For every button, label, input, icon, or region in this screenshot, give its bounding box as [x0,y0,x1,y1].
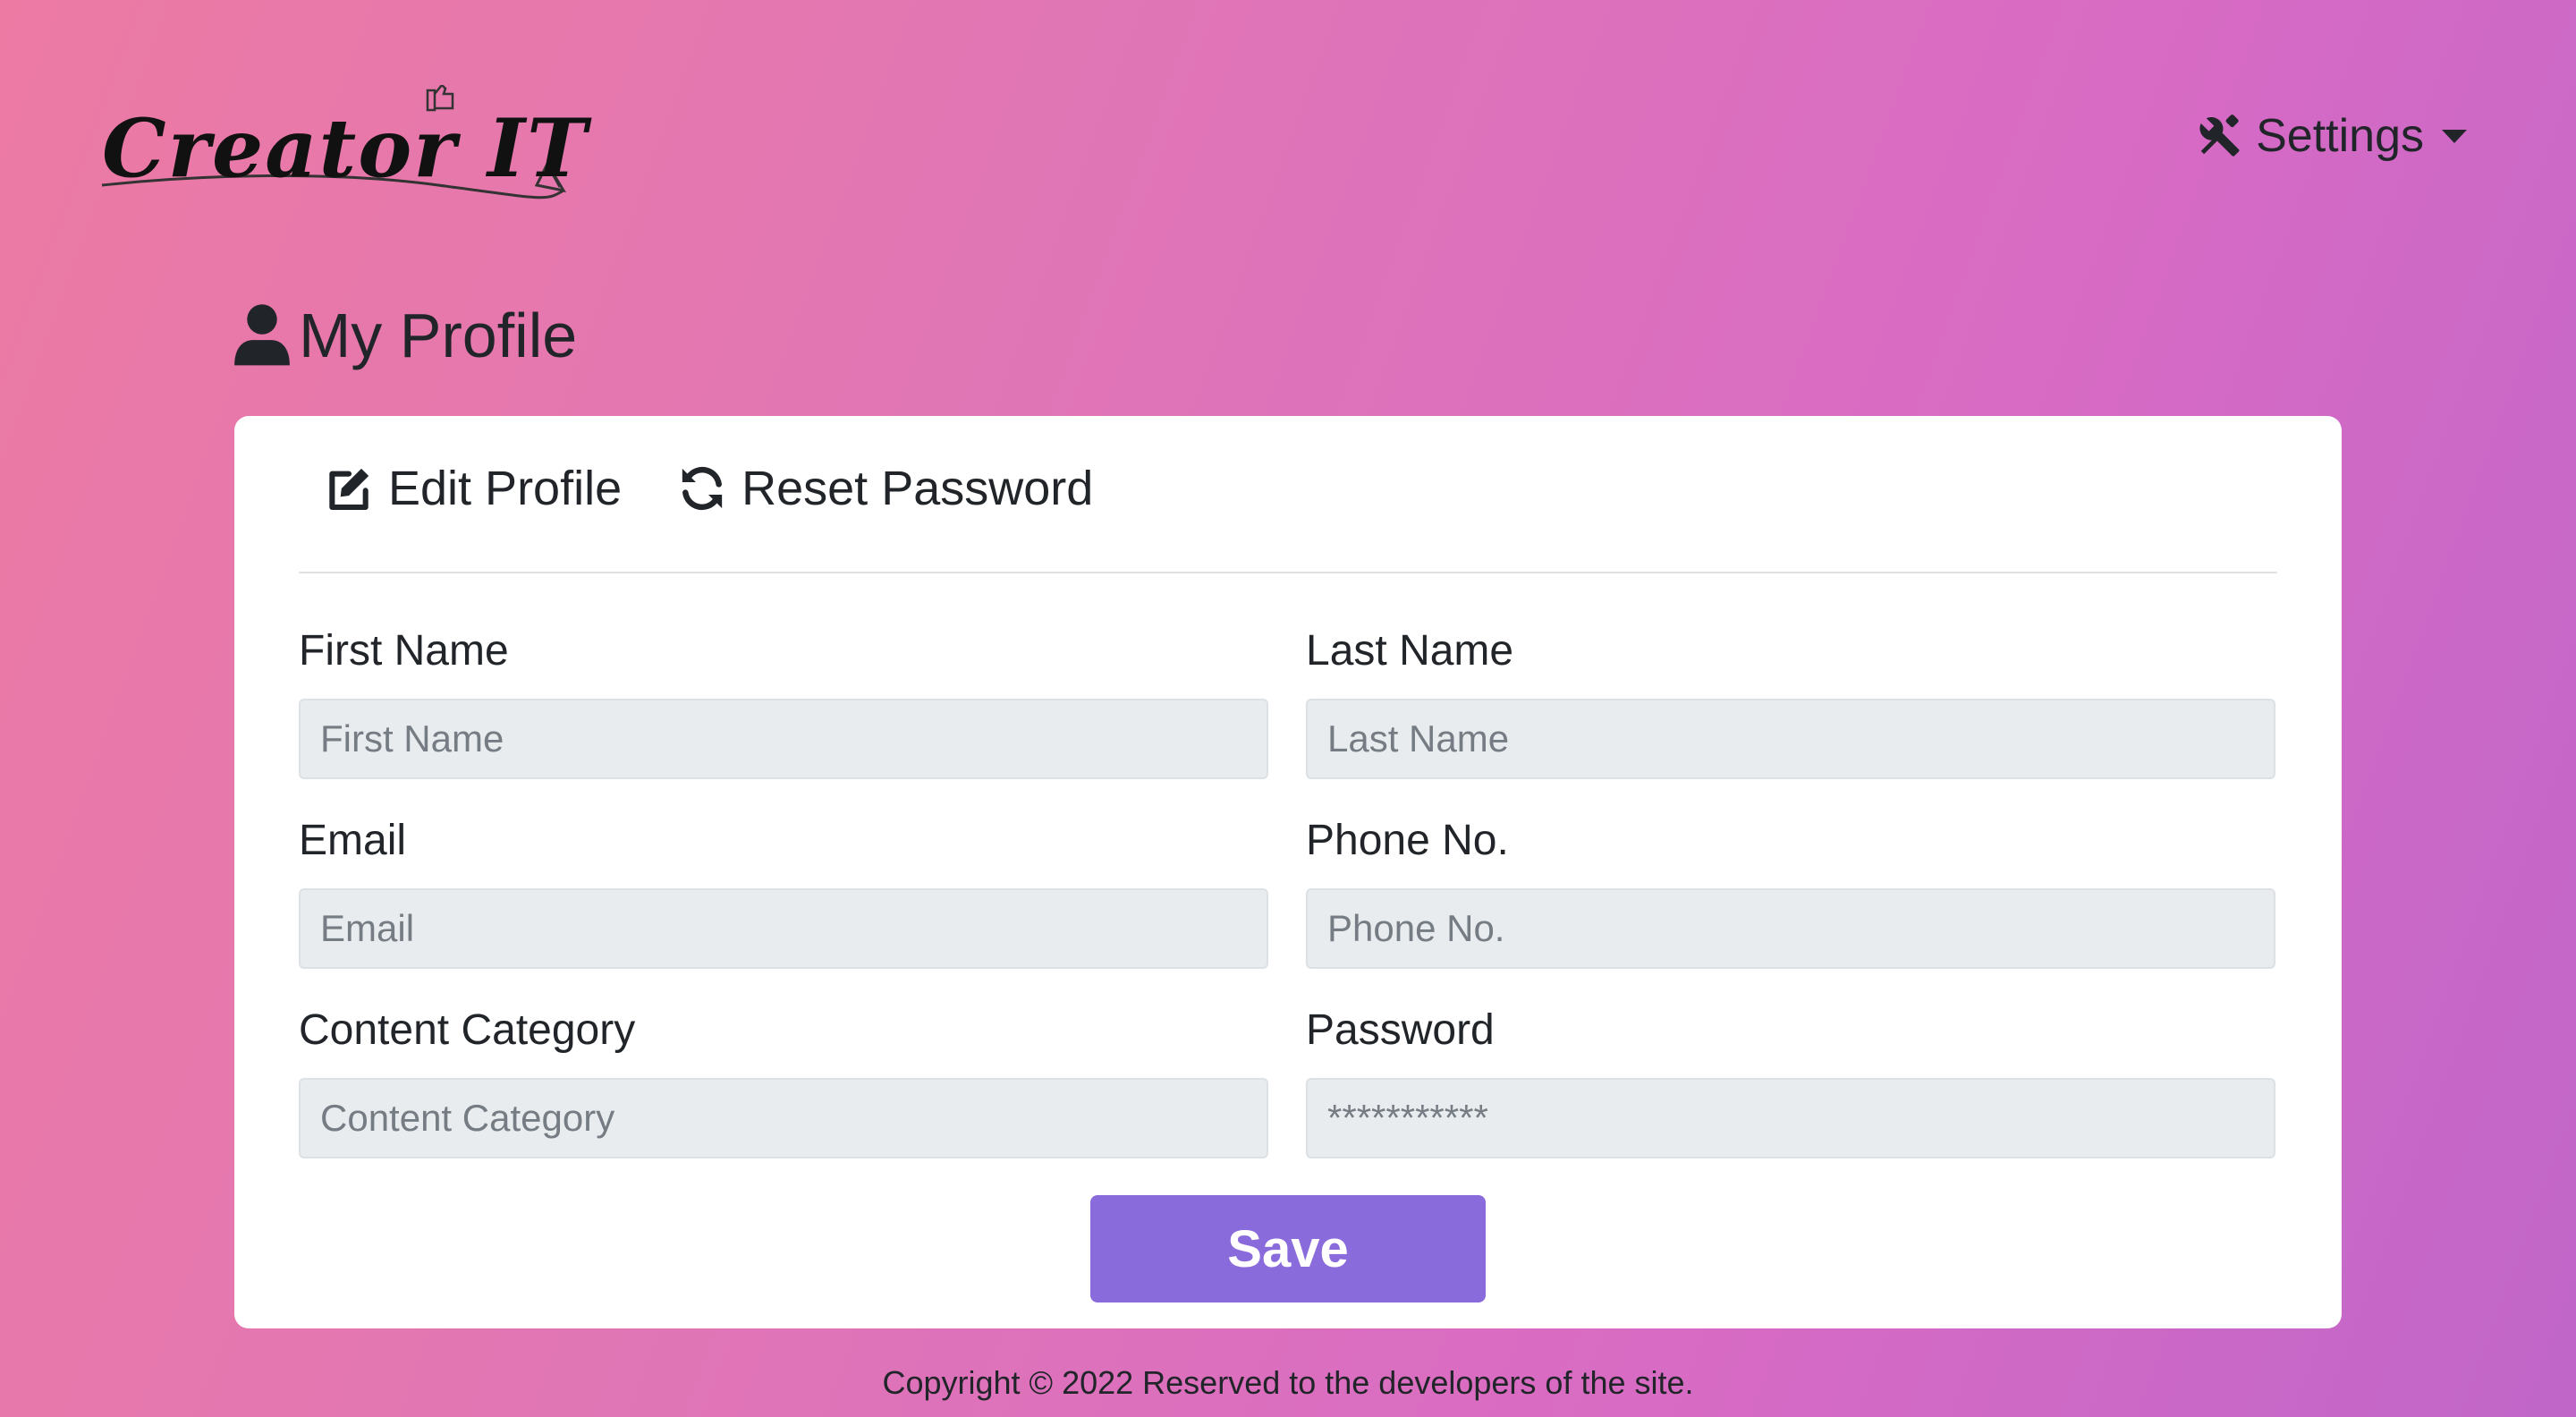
email-group: Email [299,813,1268,969]
content-category-group: Content Category [299,1003,1268,1158]
tools-icon [2199,115,2240,157]
refresh-icon [682,466,723,511]
tab-edit-profile[interactable]: Edit Profile [324,461,622,516]
profile-tabs: Edit Profile Reset Password [324,461,1093,516]
save-button[interactable]: Save [1090,1195,1486,1302]
logo-text: Creator IT [102,101,589,196]
edit-icon [329,468,369,511]
tab-reset-password[interactable]: Reset Password [677,461,1093,516]
settings-dropdown[interactable]: Settings [2195,106,2467,166]
tab-edit-profile-label: Edit Profile [388,462,623,515]
tabs-divider [299,572,2277,573]
profile-card: Edit Profile Reset Password First Name L… [234,416,2342,1328]
page-title: My Profile [234,295,577,376]
password-label: Password [1306,1006,1495,1054]
brand-logo[interactable]: Creator IT [98,85,587,219]
phone-label: Phone No. [1306,817,1509,864]
first-name-group: First Name [299,624,1268,779]
user-icon [234,304,290,366]
last-name-label: Last Name [1306,627,1514,675]
phone-group: Phone No. [1306,813,2275,969]
last-name-input[interactable] [1306,699,2275,779]
first-name-label: First Name [299,627,509,675]
email-label: Email [299,817,407,864]
tab-reset-password-label: Reset Password [741,462,1094,515]
last-name-group: Last Name [1306,624,2275,779]
first-name-input[interactable] [299,699,1268,779]
content-category-input[interactable] [299,1078,1268,1158]
email-input[interactable] [299,888,1268,969]
settings-label: Settings [2256,110,2424,162]
chevron-down-icon [2442,129,2467,143]
password-input[interactable] [1306,1078,2275,1158]
password-group: Password [1306,1003,2275,1158]
page-title-text: My Profile [299,301,578,370]
footer-copyright: Copyright © 2022 Reserved to the develop… [882,1364,1694,1401]
content-category-label: Content Category [299,1006,636,1054]
phone-input[interactable] [1306,888,2275,969]
